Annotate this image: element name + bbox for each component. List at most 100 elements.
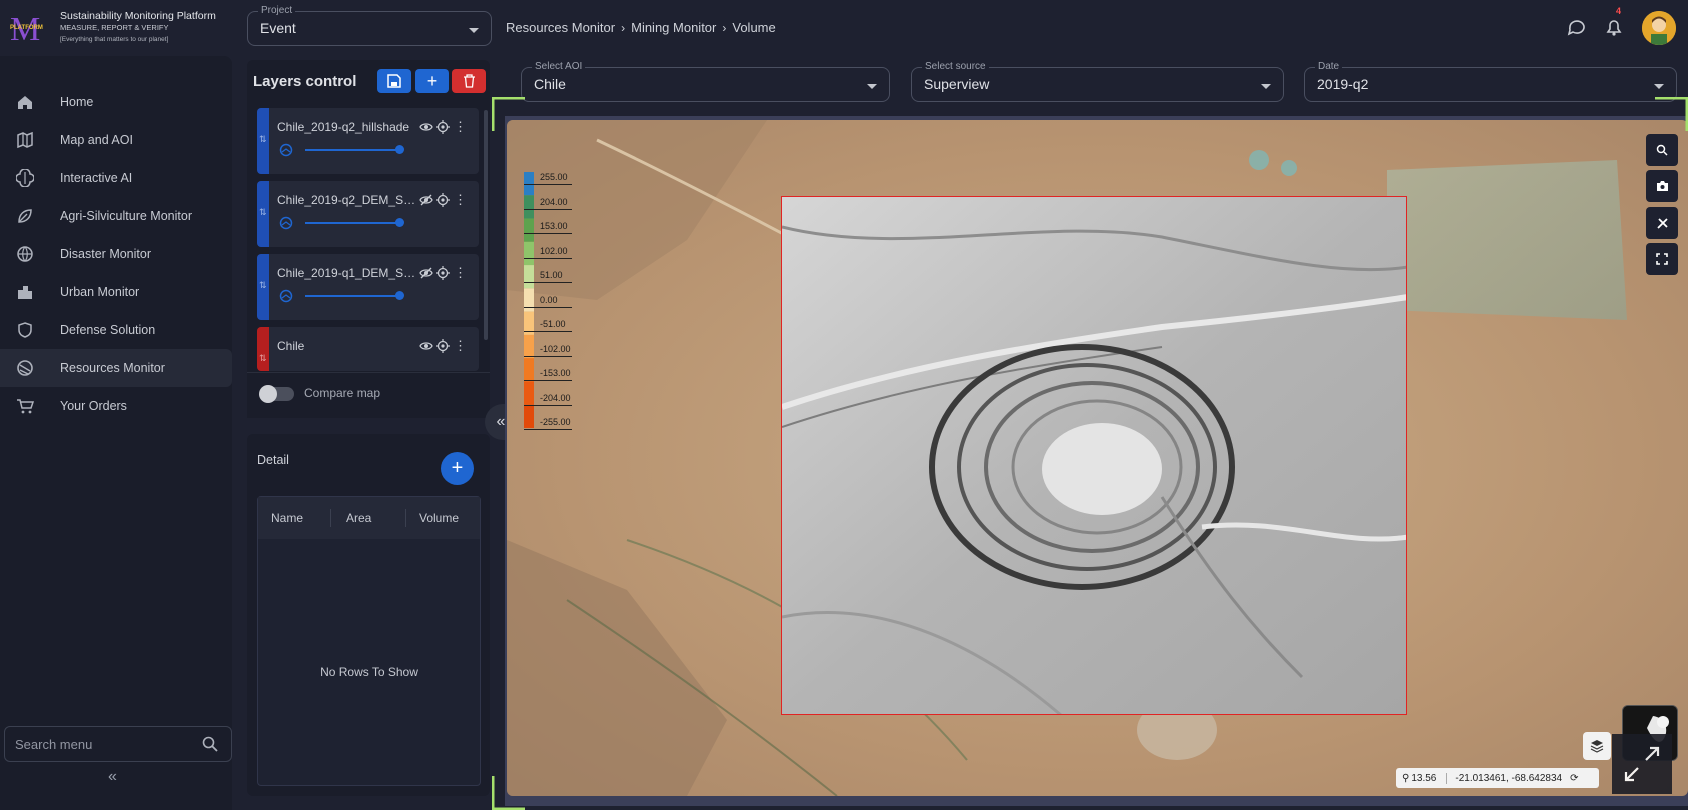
layer-card[interactable]: ⇅ Chile_2019-q1_DEM_Subtraction ⋮ <box>257 254 479 320</box>
aoi-select[interactable]: Select AOI Chile <box>521 60 890 102</box>
column-header-name[interactable]: Name <box>271 511 303 525</box>
expand-map-button[interactable] <box>1612 734 1672 794</box>
breadcrumb-item-resources[interactable]: Resources Monitor <box>506 20 615 35</box>
eye-off-icon[interactable] <box>419 193 433 207</box>
legend-label: -153.00 <box>540 368 571 378</box>
layer-name: Chile_2019-q2_hillshade <box>277 120 410 134</box>
target-icon[interactable] <box>436 339 450 353</box>
search-icon <box>1656 144 1668 156</box>
sidebar-item-resources[interactable]: Resources Monitor <box>0 349 232 387</box>
layer-name: Chile_2019-q2_DEM_Subtraction <box>277 193 417 207</box>
save-button[interactable] <box>377 69 411 93</box>
layers-scrollbar[interactable] <box>484 110 488 340</box>
sidebar-item-label: Defense Solution <box>60 323 156 337</box>
map-search-button[interactable] <box>1646 134 1678 166</box>
legend-label: 51.00 <box>540 270 563 280</box>
sidebar-item-home[interactable]: Home <box>0 83 232 121</box>
toggle-knob <box>259 385 277 403</box>
layer-card[interactable]: ⇅ Chile_2019-q2_DEM_Subtraction ⋮ <box>257 181 479 247</box>
save-icon <box>387 74 401 88</box>
sidebar-item-urban[interactable]: Urban Monitor <box>0 273 232 311</box>
plus-icon: + <box>426 71 438 91</box>
avatar[interactable] <box>1642 11 1676 45</box>
legend-tick <box>524 257 572 259</box>
more-vert-icon[interactable]: ⋮ <box>454 193 468 207</box>
legend-label: -51.00 <box>540 319 566 329</box>
sidebar-item-label: Urban Monitor <box>60 285 140 299</box>
breadcrumb-item-volume: Volume <box>732 20 776 35</box>
layer-card[interactable]: ⇅ Chile ⋮ <box>257 327 479 371</box>
eye-icon[interactable] <box>419 120 433 134</box>
detail-panel: Detail + Name Area Volume No Rows To Sho… <box>247 434 490 796</box>
more-vert-icon[interactable]: ⋮ <box>454 339 468 353</box>
eye-icon[interactable] <box>419 339 433 353</box>
more-vert-icon[interactable]: ⋮ <box>454 120 468 134</box>
sidebar-item-label: Disaster Monitor <box>60 247 151 261</box>
app-title: Sustainability Monitoring Platform <box>60 10 216 22</box>
opacity-slider-knob[interactable] <box>395 218 404 227</box>
fullscreen-button[interactable] <box>1646 243 1678 275</box>
layers-icon <box>1590 740 1604 753</box>
legend-tick <box>524 233 572 234</box>
layer-drag-handle[interactable]: ⇅ <box>257 108 269 174</box>
screenshot-button[interactable] <box>1646 170 1678 202</box>
column-divider <box>330 509 331 527</box>
app-tagline: [Everything that matters to our planet] <box>60 36 169 43</box>
legend-tick <box>524 208 572 210</box>
brain-icon <box>16 169 34 187</box>
opacity-slider[interactable] <box>305 149 397 151</box>
plus-icon: + <box>451 457 464 479</box>
legend-swatch <box>524 195 534 219</box>
target-icon[interactable] <box>436 193 450 207</box>
opacity-slider[interactable] <box>305 222 397 224</box>
target-icon[interactable] <box>436 120 450 134</box>
compare-toggle[interactable] <box>259 385 294 403</box>
platform-logo: M PLATFORM <box>10 11 43 44</box>
sidebar-item-agri[interactable]: Agri-Silviculture Monitor <box>0 197 232 235</box>
trash-icon <box>463 74 475 88</box>
delete-layer-button[interactable] <box>452 69 486 93</box>
layer-card[interactable]: ⇅ Chile_2019-q2_hillshade ⋮ <box>257 108 479 174</box>
collapse-sidebar-icon[interactable]: « <box>108 768 117 786</box>
sidebar-item-label: Home <box>60 95 94 109</box>
chat-icon[interactable] <box>1566 16 1588 38</box>
cart-icon <box>17 399 34 414</box>
source-select[interactable]: Select source Superview <box>911 60 1284 102</box>
more-vert-icon[interactable]: ⋮ <box>454 266 468 280</box>
opacity-slider[interactable] <box>305 295 397 297</box>
column-header-volume[interactable]: Volume <box>419 511 459 525</box>
sidebar-item-orders[interactable]: Your Orders <box>0 387 232 425</box>
layer-drag-handle[interactable]: ⇅ <box>257 327 269 371</box>
expand-arrows-icon <box>1624 746 1660 782</box>
breadcrumb-item-mining[interactable]: Mining Monitor <box>631 20 716 35</box>
sidebar: Home Map and AOI Interactive AI Agri-Sil… <box>0 56 232 810</box>
zoom-level: 13.56 <box>1411 772 1437 784</box>
target-icon[interactable] <box>436 266 450 280</box>
refresh-icon[interactable]: ⟳ <box>1570 773 1578 784</box>
project-select[interactable]: Project Event <box>247 4 492 46</box>
layers-title: Layers control <box>253 73 357 90</box>
sidebar-item-defense[interactable]: Defense Solution <box>0 311 232 349</box>
search-menu-input[interactable]: Search menu <box>4 726 232 762</box>
layer-drag-handle[interactable]: ⇅ <box>257 254 269 320</box>
eye-off-icon[interactable] <box>419 266 433 280</box>
column-header-area[interactable]: Area <box>346 511 371 525</box>
chevron-right-icon: › <box>722 20 727 35</box>
opacity-slider-knob[interactable] <box>395 291 404 300</box>
map-corner-marker <box>492 776 525 810</box>
opacity-slider-knob[interactable] <box>395 145 404 154</box>
sidebar-item-map-aoi[interactable]: Map and AOI <box>0 121 232 159</box>
sidebar-item-disaster[interactable]: Disaster Monitor <box>0 235 232 273</box>
layer-drag-handle[interactable]: ⇅ <box>257 181 269 247</box>
add-layer-button[interactable]: + <box>415 69 449 93</box>
aoi-boundary[interactable] <box>781 196 1407 715</box>
measure-tool-button[interactable] <box>1646 207 1678 239</box>
add-detail-button[interactable]: + <box>441 452 474 485</box>
sidebar-item-interactive-ai[interactable]: Interactive AI <box>0 159 232 197</box>
date-value: 2019-q2 <box>1317 76 1369 92</box>
drag-handle-icon: ⇅ <box>259 134 267 144</box>
basemap-layers-button[interactable] <box>1583 732 1611 760</box>
bell-icon[interactable] <box>1603 16 1625 38</box>
app-branding: Sustainability Monitoring Platform MEASU… <box>60 10 216 46</box>
date-select[interactable]: Date 2019-q2 <box>1304 60 1677 102</box>
